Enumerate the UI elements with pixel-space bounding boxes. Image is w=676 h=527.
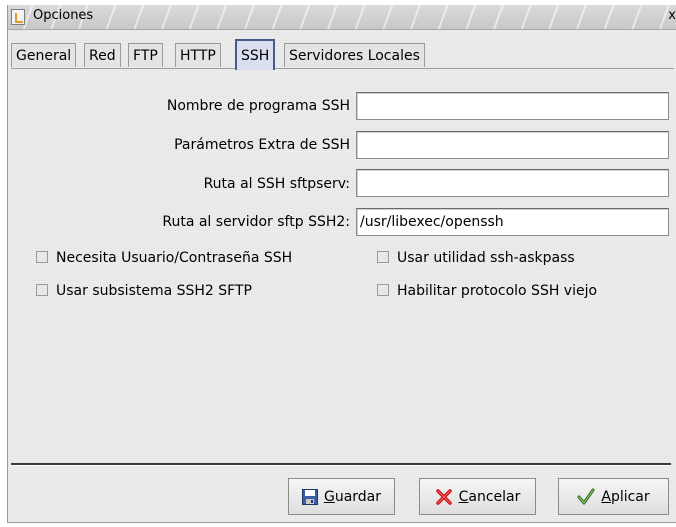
title-bar[interactable]: Opciones x — [8, 5, 676, 30]
tab-http[interactable]: HTTP — [175, 43, 221, 67]
apply-mnemonic: A — [601, 488, 611, 505]
checkmark-icon — [577, 488, 595, 504]
red-x-icon — [435, 488, 452, 505]
use-ssh2-subsystem-label: Usar subsistema SSH2 SFTP — [56, 283, 252, 299]
checkbox-box[interactable] — [36, 284, 48, 296]
tab-ssh[interactable]: SSH — [235, 39, 276, 70]
sftpserv-path-input[interactable] — [356, 169, 669, 197]
ssh2-sftp-path-input[interactable] — [356, 208, 669, 236]
cancel-button[interactable]: Cancelar — [419, 478, 536, 515]
ssh-settings-panel: Nombre de programa SSH Parámetros Extra … — [11, 68, 674, 463]
tab-ftp[interactable]: FTP — [128, 43, 163, 67]
checkbox-box[interactable] — [377, 251, 389, 263]
app-icon — [11, 9, 25, 25]
tab-general[interactable]: General — [11, 43, 77, 67]
save-mnemonic: G — [323, 488, 335, 505]
sftpserv-path-label: Ruta al SSH sftpserv: — [203, 176, 350, 192]
save-label: uardar — [334, 488, 382, 505]
ssh2-sftp-path-label: Ruta al servidor sftp SSH2: — [162, 214, 350, 230]
use-askpass-checkbox[interactable]: Usar utilidad ssh-askpass — [377, 250, 575, 268]
checkbox-box[interactable] — [36, 251, 48, 263]
enable-old-protocol-label: Habilitar protocolo SSH viejo — [397, 283, 598, 299]
ssh-extra-params-label: Parámetros Extra de SSH — [174, 137, 350, 153]
ssh-program-label: Nombre de programa SSH — [166, 98, 350, 114]
enable-old-protocol-checkbox[interactable]: Habilitar protocolo SSH viejo — [377, 283, 597, 301]
apply-label: plicar — [610, 488, 650, 505]
floppy-disk-icon — [301, 488, 318, 505]
apply-button[interactable]: Aplicar — [558, 478, 669, 515]
cancel-mnemonic: C — [458, 488, 469, 505]
need-user-pass-checkbox[interactable]: Necesita Usuario/Contraseña SSH — [36, 250, 292, 268]
options-dialog: Opciones x General Red FTP HTTP SSH Serv… — [7, 5, 676, 523]
tab-red[interactable]: Red — [84, 43, 121, 67]
ssh-program-input[interactable] — [356, 92, 669, 120]
ssh-extra-params-input[interactable] — [356, 131, 669, 159]
use-ssh2-subsystem-checkbox[interactable]: Usar subsistema SSH2 SFTP — [36, 283, 252, 301]
close-icon[interactable]: x — [668, 8, 676, 23]
cancel-label: ancelar — [468, 488, 521, 505]
need-user-pass-label: Necesita Usuario/Contraseña SSH — [56, 250, 293, 266]
button-separator — [11, 463, 671, 466]
checkbox-box[interactable] — [377, 284, 389, 296]
tab-servidores-locales[interactable]: Servidores Locales — [284, 43, 425, 67]
use-askpass-label: Usar utilidad ssh-askpass — [397, 250, 575, 266]
window-title: Opciones — [33, 8, 94, 23]
save-button[interactable]: Guardar — [288, 478, 395, 515]
